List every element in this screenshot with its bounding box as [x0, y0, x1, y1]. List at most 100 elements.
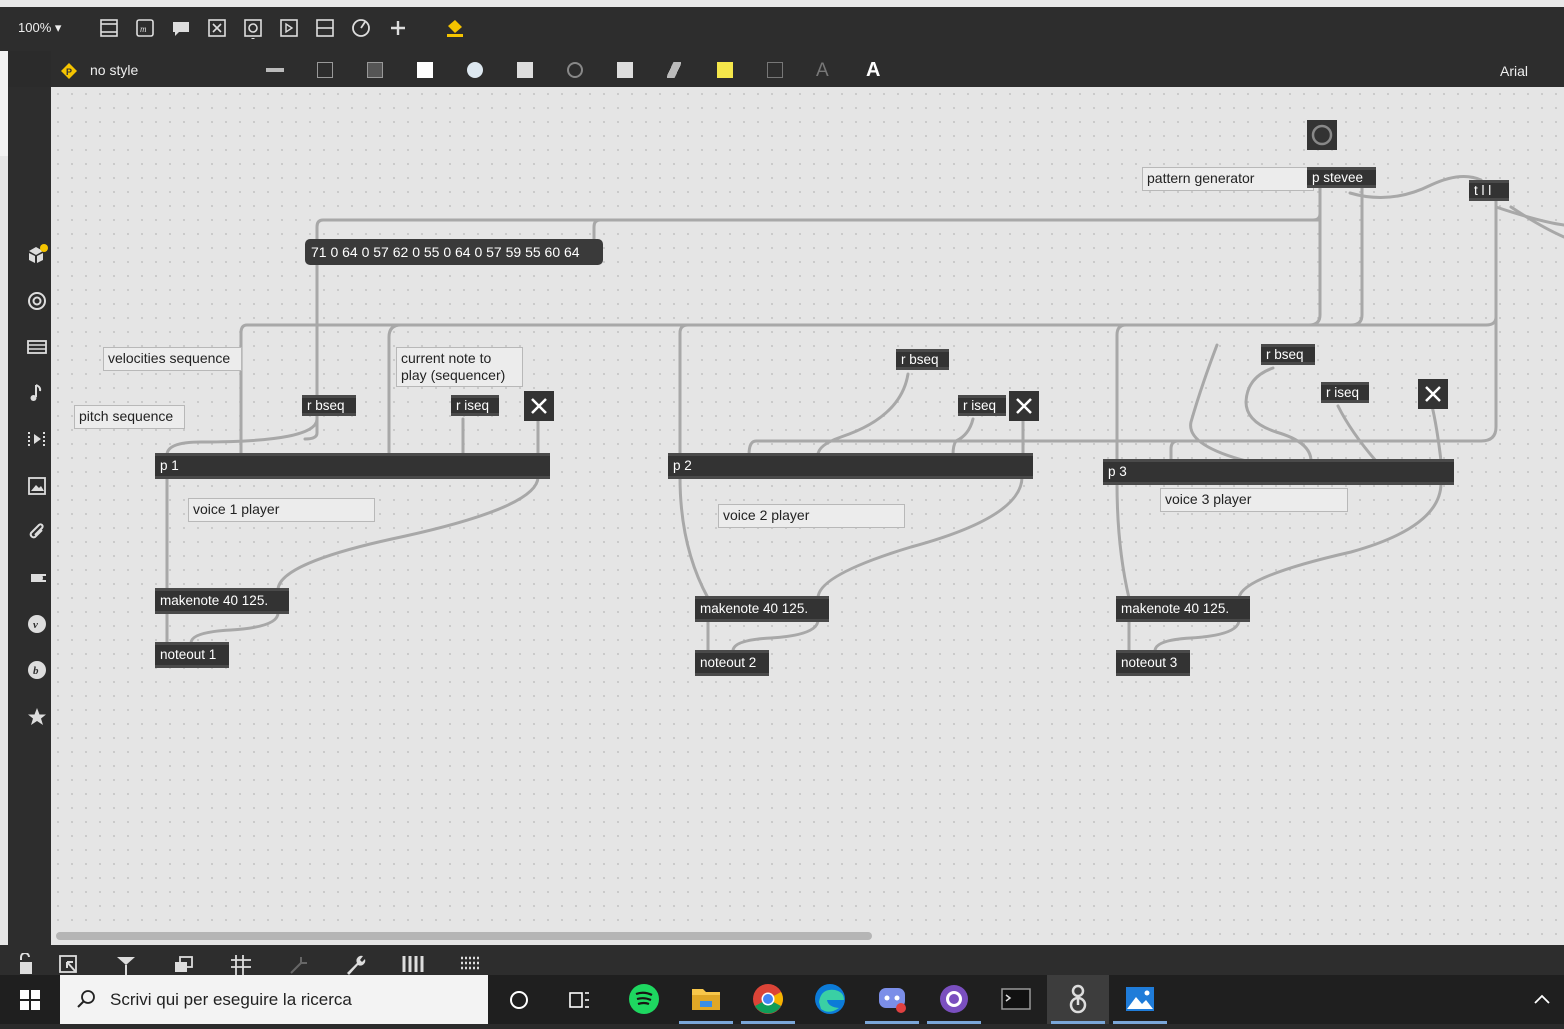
- edge-app[interactable]: [799, 975, 861, 1024]
- voice1-player-comment[interactable]: voice 1 player: [188, 498, 375, 522]
- bg-swatch[interactable]: [417, 62, 433, 78]
- p3-subpatcher[interactable]: p 3: [1103, 459, 1454, 485]
- vizzie-icon[interactable]: v: [26, 613, 48, 635]
- sequence-message[interactable]: 71 0 64 0 57 62 0 55 0 64 0 57 59 55 60 …: [305, 239, 603, 265]
- r-iseq-object[interactable]: r iseq: [451, 395, 499, 416]
- beap-icon[interactable]: b: [26, 659, 48, 681]
- cortana-icon[interactable]: [509, 990, 529, 1010]
- clip-icon[interactable]: [26, 336, 48, 358]
- voice2-player-comment[interactable]: voice 2 player: [718, 504, 905, 528]
- svg-text:v: v: [33, 619, 38, 631]
- noteout-object-3[interactable]: noteout 3: [1116, 650, 1190, 676]
- toggle-icon[interactable]: [206, 17, 228, 39]
- makenote-object-1[interactable]: makenote 40 125.: [155, 588, 289, 614]
- pitch-sequence-comment[interactable]: pitch sequence: [74, 405, 185, 429]
- window-left-edge: [0, 51, 8, 975]
- windows-start-icon[interactable]: [20, 990, 40, 1010]
- border-swatch[interactable]: [317, 62, 333, 78]
- dial-icon[interactable]: [350, 17, 372, 39]
- media-playlist-icon[interactable]: [26, 428, 48, 450]
- style-icon[interactable]: P: [60, 62, 78, 80]
- style-selector[interactable]: no style: [90, 62, 138, 78]
- chevron-up-icon[interactable]: [1532, 989, 1552, 1009]
- max-app[interactable]: [1047, 975, 1109, 1024]
- p1-subpatcher[interactable]: p 1: [155, 453, 550, 479]
- add-icon[interactable]: [387, 17, 409, 39]
- noteout-object-2[interactable]: noteout 2: [695, 650, 769, 676]
- spotify-app[interactable]: [613, 975, 675, 1024]
- gradient-swatch[interactable]: [667, 62, 681, 78]
- patcher-toolbar: 100% ▾ m: [0, 7, 1564, 51]
- ring-swatch[interactable]: [567, 62, 583, 78]
- paint-bucket-icon[interactable]: [444, 17, 466, 39]
- image-icon[interactable]: [26, 475, 48, 497]
- svg-text:m: m: [140, 24, 147, 34]
- computer-keyboard-icon[interactable]: [459, 953, 483, 975]
- knob-color-swatch[interactable]: [467, 62, 483, 78]
- bang-button[interactable]: [1307, 120, 1337, 150]
- velocities-sequence-comment[interactable]: velocities sequence: [103, 347, 242, 371]
- highlight-swatch[interactable]: [717, 62, 733, 78]
- horizontal-scrollbar[interactable]: [56, 932, 872, 940]
- toggle-x-2[interactable]: [1009, 391, 1039, 421]
- favorites-star-icon[interactable]: [26, 706, 48, 728]
- r-bseq-object[interactable]: r bseq: [302, 395, 356, 416]
- outline-swatch[interactable]: [767, 62, 783, 78]
- pattern-generator-comment[interactable]: pattern generator: [1142, 167, 1314, 191]
- wrench-icon[interactable]: [344, 953, 368, 975]
- r-bseq-object-2[interactable]: r bseq: [896, 349, 949, 370]
- chrome-app[interactable]: [737, 975, 799, 1024]
- discord-app[interactable]: [861, 975, 923, 1024]
- search-icon: [76, 989, 96, 1009]
- message-icon[interactable]: [278, 17, 300, 39]
- photos-app[interactable]: [1109, 975, 1171, 1024]
- r-iseq-object-3[interactable]: r iseq: [1321, 382, 1369, 403]
- button-icon[interactable]: [242, 17, 264, 40]
- keyboard-piano-icon[interactable]: [401, 953, 425, 975]
- toggle-x-1[interactable]: [524, 391, 554, 421]
- t-ll-object[interactable]: t l l: [1469, 180, 1509, 201]
- text-outline-icon[interactable]: A: [816, 60, 829, 82]
- current-note-comment[interactable]: current note to play (sequencer): [396, 347, 523, 387]
- p-stevee-object[interactable]: p stevee: [1307, 167, 1376, 188]
- patcher-canvas[interactable]: pattern generator p stevee t l l 71 0 64…: [51, 87, 1564, 945]
- r-bseq-object-3[interactable]: r bseq: [1261, 344, 1315, 365]
- paperclip-icon[interactable]: [26, 521, 48, 543]
- search-placeholder: Scrivi qui per eseguire la ricerca: [110, 990, 352, 1009]
- left-sidebar: v b: [8, 87, 51, 945]
- svg-text:b: b: [33, 665, 39, 677]
- comment-icon[interactable]: [170, 17, 192, 39]
- terminal-app[interactable]: [985, 975, 1047, 1024]
- task-view-icon[interactable]: [569, 990, 591, 1010]
- makenote-object-2[interactable]: makenote 40 125.: [695, 596, 829, 622]
- presentation-mode-icon[interactable]: [57, 953, 81, 975]
- noteout-object-1[interactable]: noteout 1: [155, 642, 229, 668]
- file-explorer-app[interactable]: [675, 975, 737, 1024]
- element-color-swatch[interactable]: [517, 62, 533, 78]
- inspector-icon[interactable]: [26, 290, 48, 312]
- voice3-player-comment[interactable]: voice 3 player: [1160, 488, 1348, 512]
- taskbar-search-box[interactable]: Scrivi qui per eseguire la ricerca: [60, 975, 488, 1024]
- github-desktop-app[interactable]: [923, 975, 985, 1024]
- new-view-icon[interactable]: [172, 953, 196, 975]
- presentation-screen-icon[interactable]: [114, 953, 138, 975]
- presentation-icon[interactable]: [98, 17, 120, 39]
- font-selector[interactable]: Arial: [1500, 63, 1528, 79]
- text-color-icon[interactable]: A: [866, 59, 880, 82]
- fill-swatch[interactable]: [367, 62, 383, 78]
- r-iseq-object-2[interactable]: r iseq: [958, 395, 1006, 416]
- snap-icon: [287, 953, 311, 975]
- toggle-x-3[interactable]: [1418, 379, 1448, 409]
- packages-icon[interactable]: [26, 244, 48, 266]
- zoom-selector[interactable]: 100% ▾: [18, 20, 61, 36]
- music-note-icon[interactable]: [26, 382, 48, 404]
- p2-subpatcher[interactable]: p 2: [668, 453, 1033, 479]
- lock-icon[interactable]: [17, 952, 41, 975]
- plug-icon[interactable]: [26, 567, 48, 589]
- grid-icon[interactable]: [229, 953, 253, 975]
- line-color-swatch[interactable]: [266, 68, 284, 72]
- accent-swatch[interactable]: [617, 62, 633, 78]
- slider-icon[interactable]: [314, 17, 336, 39]
- text-object-icon[interactable]: m: [134, 17, 156, 39]
- makenote-object-3[interactable]: makenote 40 125.: [1116, 596, 1250, 622]
